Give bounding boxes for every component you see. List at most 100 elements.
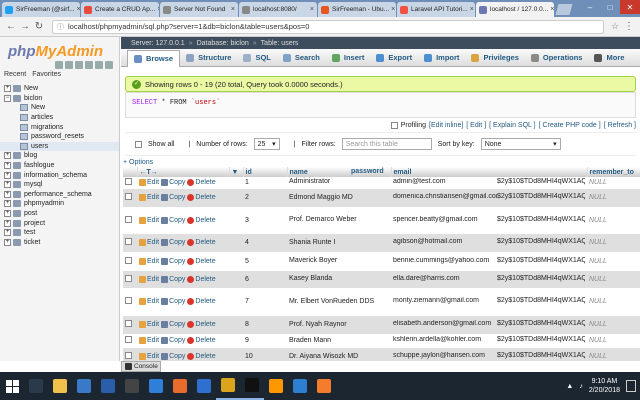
store-app-icon[interactable] <box>72 372 96 400</box>
edit-button[interactable]: Edit <box>139 275 159 283</box>
cell-email[interactable]: domenica.christiansen@gmail.com <box>393 193 497 200</box>
cell-email[interactable]: admin@test.com <box>393 178 497 185</box>
cell-password[interactable]: $2y$10$TDd8MHI4qWX1AQyDXuo.4.PqnigalzbKR… <box>497 193 585 200</box>
tab-browse[interactable]: Browse <box>127 49 181 67</box>
media-app-icon[interactable] <box>120 372 144 400</box>
create-php-code-link[interactable]: [ Create PHP code ] <box>539 122 601 129</box>
console-toggle[interactable]: Console <box>121 361 161 372</box>
xampp-app-icon[interactable] <box>312 372 336 400</box>
row-checkbox[interactable] <box>125 256 132 264</box>
reload-icon[interactable]: ↻ <box>32 21 46 32</box>
cell-email[interactable]: schuppe.jaylon@hansen.com <box>393 352 497 359</box>
phpmyadmin-logo[interactable]: phpMyAdmin <box>0 37 119 61</box>
edit-button[interactable]: Edit <box>139 194 159 201</box>
row-checkbox[interactable] <box>125 193 132 200</box>
copy-button[interactable]: Copy <box>161 353 185 360</box>
edit-button[interactable]: Edit <box>139 298 159 305</box>
tree-item[interactable]: + fashlogue <box>0 161 119 171</box>
copy-button[interactable]: Copy <box>161 337 185 344</box>
expand-icon[interactable]: + <box>4 85 11 93</box>
breadcrumb-database[interactable]: Database: biclon <box>197 40 249 47</box>
info-icon[interactable]: ⓘ <box>57 22 64 32</box>
tree-item[interactable]: + phpmyadmin <box>0 199 119 209</box>
row-checkbox[interactable] <box>125 177 132 185</box>
cell-name[interactable]: Kasey Blanda <box>287 270 391 289</box>
cell-remember-token[interactable]: NULL <box>587 334 640 348</box>
arrows-col-header[interactable]: ←T→ <box>137 167 230 177</box>
tree-item[interactable]: + blog <box>0 151 119 161</box>
cell-email[interactable]: elisabeth.anderson@gmail.com <box>393 320 497 327</box>
expand-icon[interactable]: + <box>4 181 11 189</box>
refresh-link[interactable]: [ Refresh ] <box>604 122 636 129</box>
tab-close-icon[interactable]: × <box>468 6 474 13</box>
url-field[interactable]: ⓘ localhost/phpmyadmin/sql.php?server=1&… <box>52 19 604 34</box>
cell-remember-token[interactable]: NULL <box>587 252 640 271</box>
tab-import[interactable]: Import <box>418 50 465 66</box>
delete-button[interactable]: Delete <box>187 275 216 283</box>
tree-item[interactable]: articles <box>0 113 119 123</box>
options-link[interactable]: + Options <box>123 159 153 166</box>
tab-structure[interactable]: Structure <box>180 50 237 66</box>
browser-tab[interactable]: Server Not Found × <box>160 2 238 17</box>
cell-email[interactable]: agibson@hotmail.com <box>393 238 497 245</box>
browser-tab[interactable]: Laravel API Tutori... × <box>397 2 475 17</box>
delete-button[interactable]: Delete <box>187 216 216 224</box>
cell-password[interactable]: $2y$10$TDd8MHI4qWX1AQyDXuo.4.PqnigalzbKR… <box>497 297 585 304</box>
tab-close-icon[interactable]: × <box>155 6 159 13</box>
cell-name[interactable]: Prof. Nyah Raynor <box>287 315 391 335</box>
tree-item[interactable]: + information_schema <box>0 170 119 180</box>
expand-icon[interactable]: − <box>4 94 11 102</box>
tab-close-icon[interactable]: × <box>389 6 395 13</box>
logout-icon[interactable] <box>65 61 73 69</box>
cell-remember-token[interactable]: NULL <box>587 233 640 253</box>
cell-id[interactable]: 2 <box>243 188 287 208</box>
delete-button[interactable]: Delete <box>187 257 216 265</box>
tab-sql[interactable]: SQL <box>237 50 276 66</box>
show-all-checkbox[interactable] <box>135 140 142 148</box>
cell-email[interactable]: ella.dare@harris.com <box>393 275 497 282</box>
edit-button[interactable]: Edit <box>139 216 159 224</box>
firefox-app-icon[interactable] <box>168 372 192 400</box>
browser-tab[interactable]: localhost / 127.0.0... × <box>476 2 554 17</box>
cell-password[interactable]: $2y$10$TDd8MHI4qWX1AQyDXuo.4.PqnigalzbKR… <box>497 275 585 282</box>
volume-icon[interactable]: ♪ <box>579 383 583 390</box>
tab-close-icon[interactable]: × <box>548 6 554 13</box>
delete-button[interactable]: Delete <box>187 337 216 344</box>
filter-rows-input[interactable]: Search this table <box>341 138 432 150</box>
row-checkbox[interactable] <box>125 320 132 327</box>
copy-button[interactable]: Copy <box>161 298 185 305</box>
row-checkbox[interactable] <box>125 336 132 343</box>
tab-close-icon[interactable]: × <box>308 6 314 13</box>
tree-item[interactable]: + test <box>0 228 119 238</box>
tab-close-icon[interactable]: × <box>75 6 80 13</box>
tree-item[interactable]: + ticket <box>0 238 119 248</box>
cell-id[interactable]: 8 <box>243 315 287 335</box>
cell-email[interactable]: spencer.beatty@gmail.com <box>393 216 497 223</box>
browser-tab[interactable]: Create a CRUD Ap...× <box>81 2 159 17</box>
recent-tab[interactable]: Recent <box>4 71 26 78</box>
edge-app-icon[interactable] <box>144 372 168 400</box>
cell-remember-token[interactable]: NULL <box>587 347 640 361</box>
notifications-icon[interactable] <box>626 380 636 392</box>
expand-icon[interactable]: + <box>4 229 11 237</box>
cell-password[interactable]: $2y$10$TDd8MHI4qWX1AQyDXuo.4.PqnigalzbKR… <box>497 178 585 185</box>
tree-item[interactable]: + post <box>0 209 119 219</box>
network-icon[interactable]: ▲ <box>566 383 573 390</box>
cell-id[interactable]: 4 <box>243 233 287 253</box>
edit-button[interactable]: Edit <box>139 239 159 246</box>
copy-button[interactable]: Copy <box>161 321 185 328</box>
cell-id[interactable]: 3 <box>243 207 287 234</box>
cell-id[interactable]: 5 <box>243 252 287 271</box>
cell-name[interactable]: Braden Mann <box>287 334 391 348</box>
home-icon[interactable] <box>55 61 63 69</box>
cell-name[interactable]: Dr. Aiyana Wisozk MD <box>287 347 391 361</box>
col-header-email[interactable]: email <box>394 169 412 176</box>
cell-email[interactable]: monty.ziemann@gmail.com <box>393 297 497 304</box>
col-header-id[interactable]: id <box>243 167 288 177</box>
photoshop-app-icon[interactable] <box>96 372 120 400</box>
cell-name[interactable]: Shania Runte I <box>287 233 391 253</box>
copy-button[interactable]: Copy <box>161 239 185 246</box>
cell-name[interactable]: Edmond Maggio MD <box>287 188 391 208</box>
file-explorer-app-icon[interactable] <box>48 372 72 400</box>
edit-button[interactable]: Edit <box>139 257 159 265</box>
